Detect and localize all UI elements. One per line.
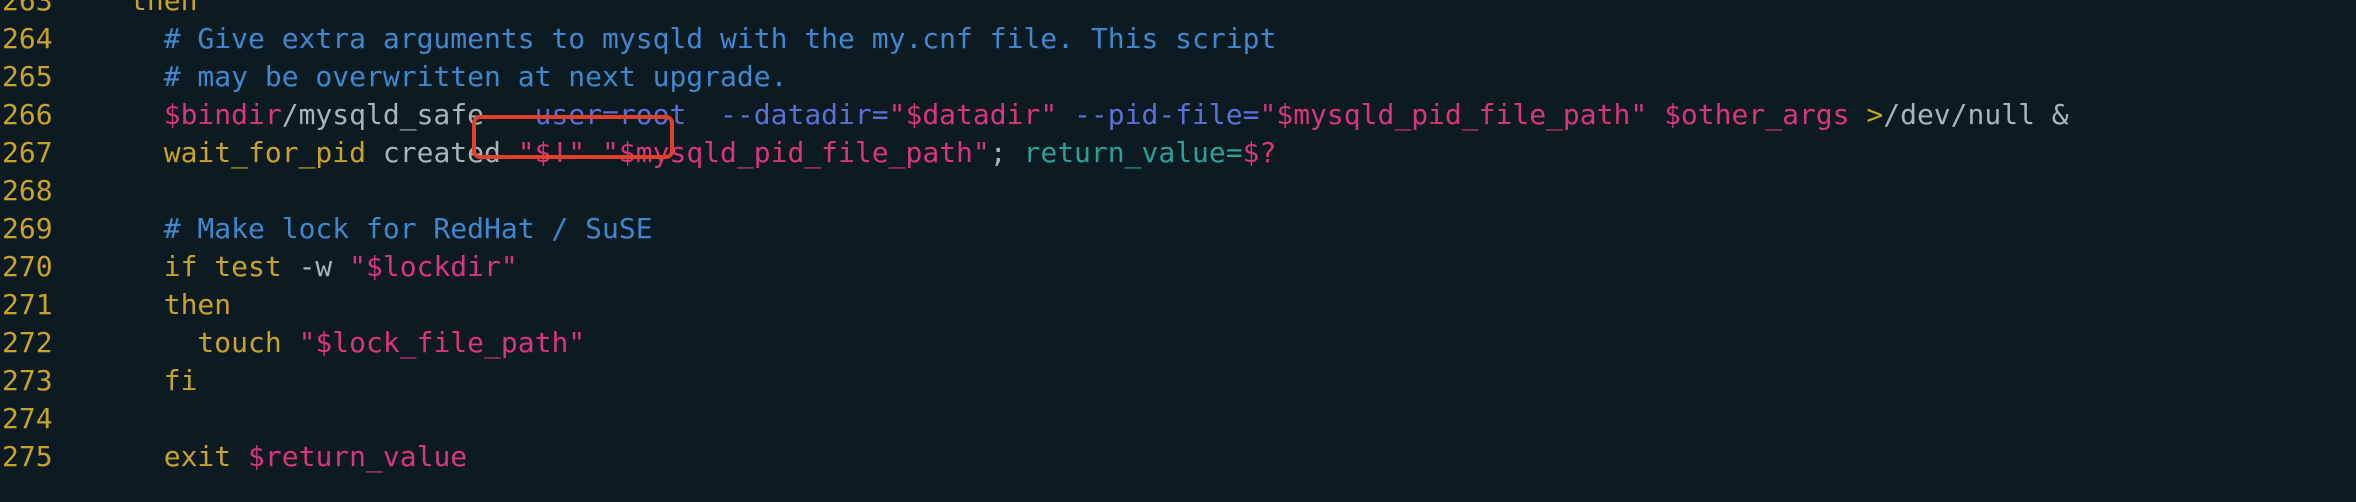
code-token: then [130,0,198,17]
code-text: wait_for_pid created "$!" "$mysqld_pid_f… [130,134,1277,172]
code-text: # may be overwritten at next upgrade. [130,58,788,96]
code-line[interactable]: 269 # Make lock for RedHat / SuSE [0,210,2356,248]
code-text: then [130,0,197,20]
line-number: 271 [2,288,53,321]
code-token: --datadir= [720,98,889,131]
code-line[interactable]: 272 touch "$lock_file_path" [0,324,2356,362]
line-number: 267 [2,136,53,169]
code-line[interactable]: 268 [0,172,2356,210]
line-number: 263 [2,0,53,17]
line-number: 273 [2,364,53,397]
line-number: 270 [2,250,53,283]
code-token: $bindir [130,98,282,131]
code-token: --pid-file= [1074,98,1260,131]
code-text: # Give extra arguments to mysqld with th… [130,20,1277,58]
code-token: # Make lock for RedHat / SuSE [130,212,653,245]
code-text: $bindir/mysqld_safe --user=root --datadi… [130,96,2069,134]
code-token: $? [1242,136,1277,169]
code-text: touch "$lock_file_path" [130,324,585,362]
code-line[interactable]: 264 # Give extra arguments to mysqld wit… [0,20,2356,58]
code-token: ; [989,136,1024,169]
user-root-highlight-box [472,115,674,159]
code-token: /mysqld_safe [281,98,501,131]
line-number: 272 [2,326,53,359]
code-text: if test -w "$lockdir" [130,248,518,286]
code-token: "$lockdir" [349,250,518,283]
code-token: "$datadir" [888,98,1058,131]
code-token: /dev/null & [1883,98,2069,131]
code-line[interactable]: 267 wait_for_pid created "$!" "$mysqld_p… [0,134,2356,172]
code-token: $return_value [248,440,468,473]
code-line[interactable]: 270 if test -w "$lockdir" [0,248,2356,286]
line-number: 269 [2,212,53,245]
code-line[interactable]: 263 then [0,0,2356,20]
code-token: exit [130,440,232,473]
code-token: -w [281,250,350,283]
code-line[interactable]: 274 [0,400,2356,438]
line-number: 275 [2,440,53,473]
code-token: "$mysqld_pid_file_path" [1259,98,1648,131]
line-number: 265 [2,60,53,93]
code-token: then [130,288,232,321]
code-line[interactable]: 266 $bindir/mysqld_safe --user=root --da… [0,96,2356,134]
code-token: return_value= [1023,136,1243,169]
code-token: # Give extra arguments to mysqld with th… [130,22,1277,55]
code-token: fi [130,364,198,397]
code-text: exit $return_value [130,438,467,476]
line-number: 266 [2,98,53,131]
code-token: # may be overwritten at next upgrade. [130,60,788,93]
code-token: > [1866,98,1884,131]
code-line[interactable]: 273 fi [0,362,2356,400]
code-line[interactable]: 265 # may be overwritten at next upgrade… [0,58,2356,96]
line-number: 264 [2,22,53,55]
code-token: if test [130,250,282,283]
code-token: touch [130,326,282,359]
code-editor[interactable]: 263 then 264 # Give extra arguments to mys… [0,0,2356,502]
line-number: 274 [2,402,53,435]
code-token: "$lock_file_path" [298,326,586,359]
code-line[interactable]: 275 exit $return_value [0,438,2356,476]
line-number: 268 [2,174,53,207]
code-line[interactable]: 271 then [0,286,2356,324]
code-text: fi [130,362,198,400]
code-token: $other_args [1664,98,1850,131]
code-text: then [130,286,231,324]
code-text: # Make lock for RedHat / SuSE [130,210,653,248]
code-token: wait_for_pid [130,136,367,169]
